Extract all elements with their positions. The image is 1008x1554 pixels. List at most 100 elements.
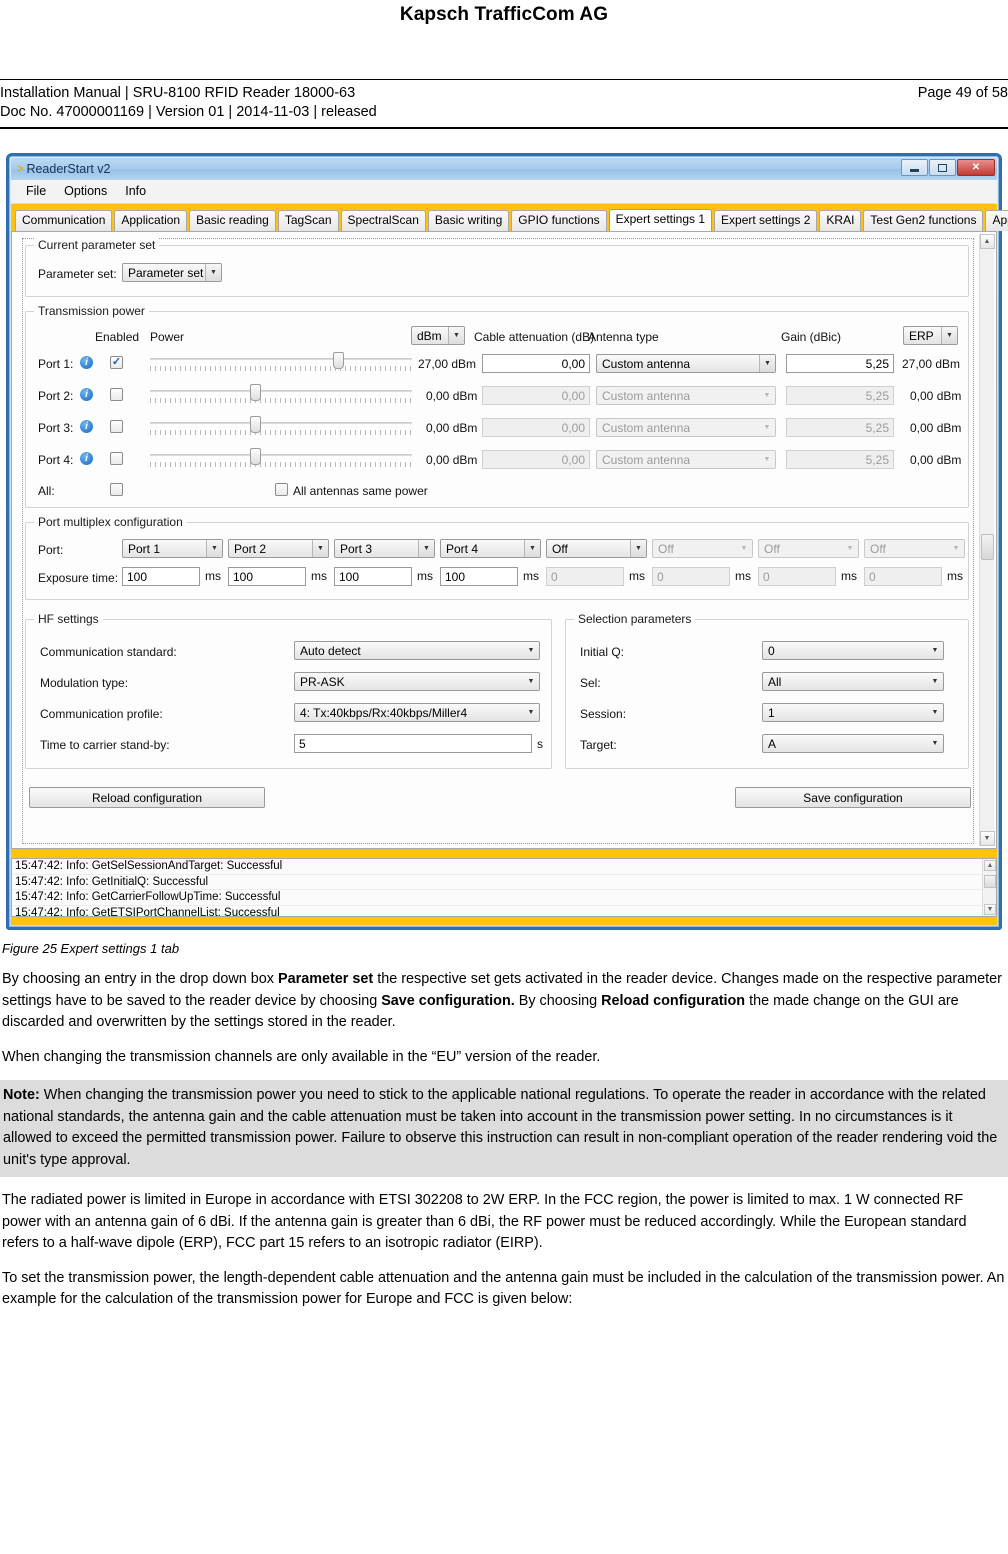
menu-item-file[interactable]: File (17, 183, 55, 199)
info-icon[interactable]: i (80, 452, 93, 465)
multiplex-slot-2-port-combo[interactable]: Port 2 ▼ (228, 539, 329, 558)
communication-profile-combo[interactable]: 4: Tx:40kbps/Rx:40kbps/Miller4 ▼ (294, 703, 540, 722)
target-combo[interactable]: A ▼ (762, 734, 944, 753)
multiplex-slot-8-time-input[interactable]: 0 (864, 567, 942, 586)
multiplex-slot-6-time-input[interactable]: 0 (652, 567, 730, 586)
tab-appmanager[interactable]: AppManager (985, 210, 1008, 231)
port-3-gain-input[interactable]: 5,25 (786, 418, 894, 437)
time-to-carrier-standby-input[interactable]: 5 (294, 734, 532, 753)
header-rule-bottom (0, 127, 1008, 129)
port-4-power-slider[interactable] (150, 448, 412, 472)
multiplex-slot-7-time-input[interactable]: 0 (758, 567, 836, 586)
info-icon[interactable]: i (80, 388, 93, 401)
chevron-down-icon: ▼ (524, 540, 540, 557)
minimize-button[interactable] (901, 159, 928, 176)
info-icon[interactable]: i (80, 356, 93, 369)
parameter-set-combo[interactable]: Parameter set 0 ▼ (122, 263, 222, 282)
tab-expert-settings-1[interactable]: Expert settings 1 (608, 209, 713, 232)
page-number: Page 49 of 58 (917, 85, 1008, 101)
reload-configuration-button[interactable]: Reload configuration (29, 787, 265, 808)
multiplex-slot-8-port-combo[interactable]: Off ▼ (864, 539, 965, 558)
scroll-up-icon[interactable]: ▲ (984, 860, 996, 871)
tab-spectralscan[interactable]: SpectralScan (340, 210, 426, 231)
current-parameter-set-group: Current parameter set Parameter set: Par… (25, 238, 969, 297)
port-2-enabled-checkbox[interactable] (110, 388, 123, 401)
port-1-label: Port 1: (38, 357, 74, 371)
session-combo[interactable]: 1 ▼ (762, 703, 944, 722)
scroll-down-icon[interactable]: ▼ (984, 904, 996, 915)
multiplex-slot-7-port-combo[interactable]: Off ▼ (758, 539, 859, 558)
port-3-antenna-combo[interactable]: Custom antenna ▼ (596, 418, 776, 437)
multiplex-slot-1-port-combo[interactable]: Port 1 ▼ (122, 539, 223, 558)
multiplex-slot-4-port-combo[interactable]: Port 4 ▼ (440, 539, 541, 558)
all-enabled-checkbox[interactable] (110, 483, 123, 496)
initial-q-combo[interactable]: 0 ▼ (762, 641, 944, 660)
modulation-type-combo[interactable]: PR-ASK ▼ (294, 672, 540, 691)
communication-standard-combo[interactable]: Auto detect ▼ (294, 641, 540, 660)
table-row: Port 3: i 0,00 dBm 0,00 Custom antenna ▼… (26, 416, 968, 450)
tab-basic-reading[interactable]: Basic reading (189, 210, 276, 231)
port-1-antenna-combo[interactable]: Custom antenna ▼ (596, 354, 776, 373)
multiplex-slot-6-port-combo[interactable]: Off ▼ (652, 539, 753, 558)
tab-basic-writing[interactable]: Basic writing (427, 210, 510, 231)
slider-thumb[interactable] (333, 352, 345, 369)
close-button[interactable]: ✕ (957, 159, 995, 176)
multiplex-slot-3-time-input[interactable]: 100 (334, 567, 412, 586)
multiplex-slot-5-time-input[interactable]: 0 (546, 567, 624, 586)
multiplex-slot-3-unit: ms (417, 569, 433, 583)
log-panel[interactable]: 15:47:42: Info: GetSelSessionAndTarget: … (11, 858, 997, 917)
tab-tagscan[interactable]: TagScan (277, 210, 339, 231)
scrollbar-thumb[interactable] (984, 875, 996, 888)
port-2-power-slider[interactable] (150, 384, 412, 408)
tab-application[interactable]: Application (114, 210, 188, 231)
port-3-erp-value: 0,00 dBm (910, 421, 962, 435)
tab-krai[interactable]: KRAI (819, 210, 862, 231)
slider-thumb[interactable] (249, 384, 261, 401)
all-antennas-same-power-checkbox[interactable] (275, 483, 288, 496)
p1-bold-reload-configuration: Reload configuration (601, 992, 746, 1009)
multiplex-slot-5-port-combo[interactable]: Off ▼ (546, 539, 647, 558)
port-1-power-slider[interactable] (150, 352, 412, 376)
multiplex-slot-7-unit: ms (841, 569, 857, 583)
port-4-antenna-combo[interactable]: Custom antenna ▼ (596, 450, 776, 469)
sel-combo[interactable]: All ▼ (762, 672, 944, 691)
power-unit-combo[interactable]: dBm ▼ (411, 326, 465, 345)
multiplex-slot-4-time-input[interactable]: 100 (440, 567, 518, 586)
port-1-enabled-checkbox[interactable] (110, 356, 123, 369)
tab-test-gen2-functions[interactable]: Test Gen2 functions (863, 210, 984, 231)
port-3-power-slider[interactable] (150, 416, 412, 440)
tab-gpio-functions[interactable]: GPIO functions (511, 210, 607, 231)
tab-expert-settings-2[interactable]: Expert settings 2 (714, 210, 818, 231)
port-3-enabled-checkbox[interactable] (110, 420, 123, 433)
log-line: 15:47:42: Info: GetInitialQ: Successful (12, 875, 996, 891)
log-scrollbar[interactable]: ▲ ▼ (982, 859, 996, 916)
slider-thumb[interactable] (249, 416, 261, 433)
port-3-attenuation-input[interactable]: 0,00 (482, 418, 590, 437)
multiplex-slot-3-port-combo[interactable]: Port 3 ▼ (334, 539, 435, 558)
window-titlebar[interactable]: > ReaderStart v2 ✕ (11, 158, 997, 180)
multiplex-slot-2-time-input[interactable]: 100 (228, 567, 306, 586)
info-icon[interactable]: i (80, 420, 93, 433)
port-4-enabled-checkbox[interactable] (110, 452, 123, 465)
port-1-attenuation-input[interactable]: 0,00 (482, 354, 590, 373)
menu-item-info[interactable]: Info (116, 183, 155, 199)
panel-scrollbar[interactable]: ▲ ▼ (979, 234, 995, 846)
scroll-up-icon[interactable]: ▲ (979, 234, 995, 249)
port-4-attenuation-input[interactable]: 0,00 (482, 450, 590, 469)
port-2-attenuation-input[interactable]: 0,00 (482, 386, 590, 405)
port-4-gain-input[interactable]: 5,25 (786, 450, 894, 469)
port-2-gain-input[interactable]: 5,25 (786, 386, 894, 405)
session-label: Session: (580, 707, 627, 721)
port-1-gain-input[interactable]: 5,25 (786, 354, 894, 373)
maximize-button[interactable] (929, 159, 956, 176)
port-2-antenna-combo[interactable]: Custom antenna ▼ (596, 386, 776, 405)
erp-unit-combo[interactable]: ERP ▼ (903, 326, 958, 345)
scrollbar-thumb[interactable] (980, 534, 994, 560)
save-configuration-button[interactable]: Save configuration (735, 787, 971, 808)
slider-thumb[interactable] (249, 448, 261, 465)
port-4-power-value: 0,00 dBm (426, 453, 478, 467)
menu-item-options[interactable]: Options (55, 183, 116, 199)
tab-communication[interactable]: Communication (15, 210, 113, 231)
multiplex-slot-1-time-input[interactable]: 100 (122, 567, 200, 586)
scroll-down-icon[interactable]: ▼ (979, 831, 995, 846)
